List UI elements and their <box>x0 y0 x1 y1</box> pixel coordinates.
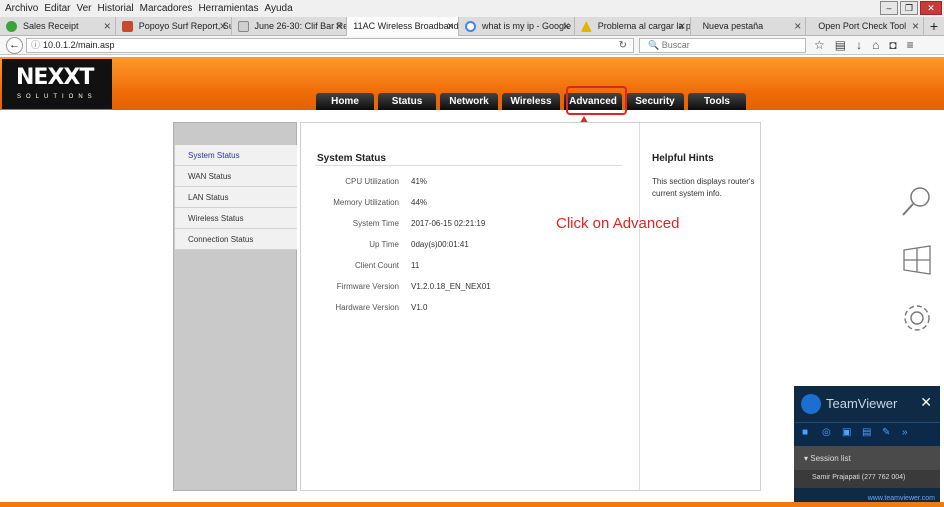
bottom-accent-bar <box>0 502 944 507</box>
hints-body: This section displays router's current s… <box>652 177 755 198</box>
minimize-button[interactable]: – <box>880 1 898 15</box>
router-header: NEXXT SOLUTIONS Home Status Network Wire… <box>0 57 944 110</box>
status-row: Firmware Version V1.2.0.18_EN_NEX01 <box>336 282 491 291</box>
nav-network[interactable]: Network <box>440 93 498 110</box>
close-icon[interactable]: ✕ <box>920 394 932 411</box>
windows-start-icon[interactable] <box>897 240 937 280</box>
home-icon[interactable]: ⌂ <box>872 38 879 52</box>
session-list[interactable]: ▾ Session list <box>794 446 940 470</box>
tab-sales-receipt[interactable]: Sales Receipt × <box>0 17 116 36</box>
close-tab-icon[interactable]: × <box>447 17 454 35</box>
close-tab-icon[interactable]: × <box>679 17 686 35</box>
sidebar-item-wireless-status[interactable]: Wireless Status <box>175 208 297 229</box>
url-bar[interactable]: ⓘ 10.0.1.2/main.asp ↻ <box>26 38 634 53</box>
back-button[interactable]: ← <box>6 37 23 54</box>
maximize-button[interactable]: ❐ <box>900 1 918 15</box>
sidebar-item-lan-status[interactable]: LAN Status <box>175 187 297 208</box>
close-tab-icon[interactable]: × <box>220 17 227 35</box>
teamviewer-panel: TeamViewer ✕ ■ ◎ ▣ ▤ ✎ » ▾ Session list … <box>794 386 940 507</box>
teamviewer-logo-icon <box>801 394 821 414</box>
tab-popoyo[interactable]: Popoyo Surf Report, Surf × <box>116 17 232 36</box>
nav-home[interactable]: Home <box>316 93 374 110</box>
hamburger-menu-icon[interactable]: ≡ <box>907 38 914 52</box>
hints-divider <box>639 123 640 490</box>
status-sidebar: System Status WAN Status LAN Status Wire… <box>173 122 297 491</box>
tab-problema[interactable]: Problema al cargar la pág × <box>575 17 691 36</box>
pocket-icon[interactable]: ◘ <box>889 38 896 52</box>
window-controls: – ❐ ✕ <box>880 1 942 15</box>
session-user[interactable]: Samir Prajapati (277 762 004) <box>794 470 940 488</box>
menu-ver[interactable]: Ver <box>76 3 91 14</box>
hints-title: Helpful Hints <box>652 153 714 164</box>
navigation-bar: ← ⓘ 10.0.1.2/main.asp ↻ 🔍 Buscar ☆ ▤ ↓ ⌂… <box>0 36 944 55</box>
sidebar-item-connection-status[interactable]: Connection Status <box>175 229 297 250</box>
tab-favicon-icon <box>237 21 249 32</box>
tab-google[interactable]: what is my ip - Google S × <box>459 17 575 36</box>
pen-icon[interactable]: ✎ <box>882 427 890 438</box>
warning-icon <box>580 21 592 32</box>
reading-list-icon[interactable]: ▤ <box>835 38 846 52</box>
title-divider <box>315 165 622 166</box>
teamviewer-header: TeamViewer ✕ <box>794 386 940 422</box>
tab-clif-bar[interactable]: June 26-30: Clif Bar Rese × <box>232 17 348 36</box>
nav-tools[interactable]: Tools <box>688 93 746 110</box>
chat-icon[interactable]: ▣ <box>842 427 851 438</box>
close-tab-icon[interactable]: × <box>104 17 111 35</box>
headset-icon[interactable]: ◎ <box>822 427 831 438</box>
menu-ayuda[interactable]: Ayuda <box>264 3 292 14</box>
status-row: Client Count 11 <box>354 261 420 270</box>
reload-icon[interactable]: ↻ <box>619 39 627 52</box>
files-icon[interactable]: ▤ <box>862 427 871 438</box>
advanced-highlight-box <box>566 86 627 115</box>
menu-editar[interactable]: Editar <box>44 3 70 14</box>
close-tab-icon[interactable]: × <box>912 17 919 35</box>
annotation-text: Click on Advanced <box>556 215 680 232</box>
menu-bar: Archivo Editar Ver Historial Marcadores … <box>0 0 944 17</box>
menu-archivo[interactable]: Archivo <box>5 3 38 14</box>
menu-historial[interactable]: Historial <box>98 3 134 14</box>
status-row: CPU Utilization 41% <box>345 177 428 186</box>
tab-open-port[interactable]: Open Port Check Tool × <box>806 17 925 36</box>
tab-favicon-icon <box>121 21 133 32</box>
teamviewer-toolbar: ■ ◎ ▣ ▤ ✎ » <box>794 422 940 446</box>
close-window-button[interactable]: ✕ <box>920 1 942 15</box>
tab-bar: Sales Receipt × Popoyo Surf Report, Surf ×… <box>0 17 944 36</box>
search-charm-icon[interactable] <box>897 182 937 222</box>
page-title: System Status <box>317 153 386 164</box>
search-input[interactable]: 🔍 Buscar <box>639 38 806 53</box>
menu-marcadores[interactable]: Marcadores <box>140 3 193 14</box>
status-row: Hardware Version V1.0 <box>335 303 428 312</box>
close-tab-icon[interactable]: × <box>563 17 570 35</box>
bookmark-star-icon[interactable]: ☆ <box>814 38 825 52</box>
menu-herramientas[interactable]: Herramientas <box>198 3 258 14</box>
sidebar-item-wan-status[interactable]: WAN Status <box>175 166 297 187</box>
nav-wireless[interactable]: Wireless <box>502 93 560 110</box>
tab-favicon-icon <box>6 21 17 32</box>
status-row: Up Time 0day(s)00:01:41 <box>369 240 469 249</box>
tab-new[interactable]: Nueva pestaña × <box>691 17 807 36</box>
new-tab-button[interactable]: + <box>924 17 944 35</box>
content-panel: System Status WAN Status LAN Status Wire… <box>173 122 761 491</box>
status-row: Memory Utilization 44% <box>333 198 428 207</box>
close-tab-icon[interactable]: × <box>335 17 342 35</box>
settings-gear-icon[interactable] <box>897 298 937 338</box>
close-tab-icon[interactable]: × <box>794 17 801 35</box>
google-icon <box>465 21 477 32</box>
system-status-panel: System Status CPU Utilization 41% Memory … <box>300 122 761 491</box>
nexxt-logo: NEXXT SOLUTIONS <box>2 59 112 109</box>
info-icon[interactable]: ⓘ <box>31 39 40 52</box>
sidebar-item-system-status[interactable]: System Status <box>175 145 297 166</box>
nav-status[interactable]: Status <box>378 93 436 110</box>
expand-icon[interactable]: » <box>902 427 908 438</box>
main-nav: Home Status Network Wireless Advanced Se… <box>316 93 746 110</box>
nav-security[interactable]: Security <box>626 93 684 110</box>
download-icon[interactable]: ↓ <box>856 38 862 52</box>
camera-icon[interactable]: ■ <box>802 427 808 438</box>
tab-router[interactable]: 11AC Wireless Broadband Ro× <box>347 17 460 36</box>
toolbar-icons: ☆ ▤ ↓ ⌂ ◘ ≡ <box>814 38 914 52</box>
helpful-hints: Helpful Hints This section displays rout… <box>652 153 757 200</box>
